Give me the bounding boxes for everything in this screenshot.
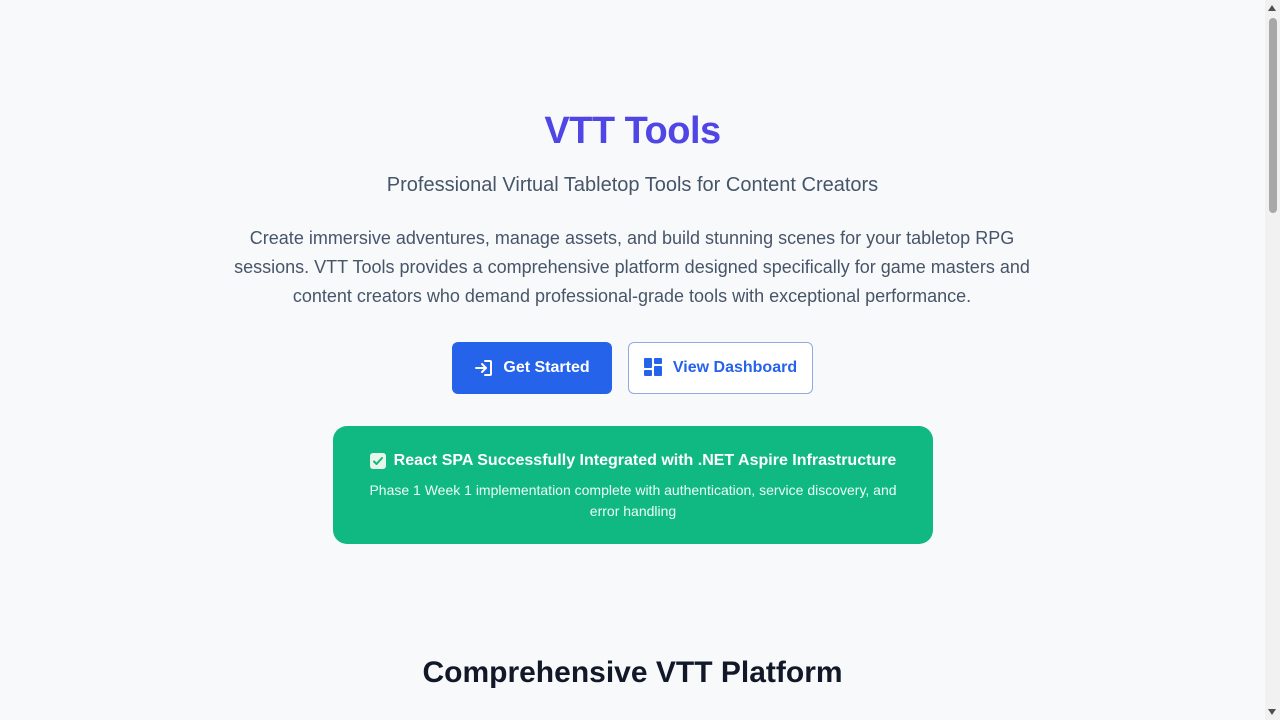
view-dashboard-label: View Dashboard — [672, 359, 798, 376]
login-icon — [474, 358, 494, 378]
landing-page: VTT Tools Professional Virtual Tabletop … — [0, 0, 1265, 720]
hero-title: VTT Tools — [544, 110, 721, 152]
hero-description: Create immersive adventures, manage asse… — [234, 228, 1030, 306]
vertical-scrollbar[interactable] — [1265, 0, 1280, 720]
banner-title: React SPA Successfully Integrated with .… — [393, 452, 897, 469]
dashboard-icon — [643, 358, 664, 378]
scroll-down-arrow-icon[interactable] — [1268, 709, 1276, 715]
view-dashboard-button[interactable]: View Dashboard — [628, 342, 813, 394]
get-started-label: Get Started — [503, 359, 590, 376]
check-icon — [369, 453, 386, 469]
hero-subtitle: Professional Virtual Tabletop Tools for … — [386, 174, 879, 196]
scroll-up-arrow-icon[interactable] — [1268, 5, 1276, 11]
banner-title-row: React SPA Successfully Integrated with .… — [333, 452, 933, 470]
scrollbar-thumb[interactable] — [1269, 18, 1277, 213]
section-title: Comprehensive VTT Platform — [422, 656, 843, 689]
integration-status-banner: React SPA Successfully Integrated with .… — [333, 426, 933, 544]
banner-text: Phase 1 Week 1 implementation complete w… — [369, 482, 897, 519]
get-started-button[interactable]: Get Started — [452, 342, 612, 394]
